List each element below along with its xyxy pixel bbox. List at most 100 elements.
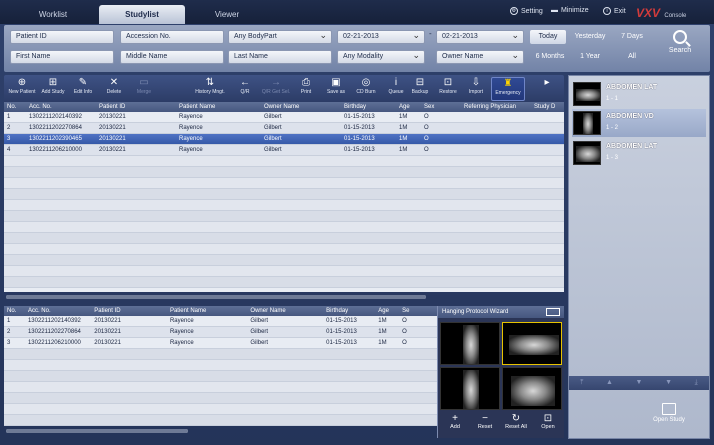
quick-6months-button[interactable]: 6 Months bbox=[530, 50, 570, 64]
add-study-button[interactable]: ⊞ Add Study bbox=[38, 77, 68, 101]
open-study-icon bbox=[662, 403, 676, 415]
table-row[interactable]: 1 1302211202140392 20130221 Rayence Gilbert 0… bbox=[4, 316, 437, 327]
column-header[interactable]: Birthday bbox=[323, 306, 375, 316]
table-row[interactable]: 2 1302211202270864 20130221 Rayence Gilbert 0… bbox=[4, 327, 437, 338]
quick-1year-button[interactable]: 1 Year bbox=[572, 50, 608, 64]
tab-worklist[interactable]: Worklist bbox=[18, 5, 88, 24]
emergency-button[interactable]: ♜ Emergency bbox=[491, 77, 525, 101]
column-header[interactable]: Sex bbox=[421, 102, 461, 112]
table-cell: 2 bbox=[7, 125, 11, 131]
import-button[interactable]: ⇩ Import bbox=[461, 77, 491, 101]
hp-reset-button[interactable]: − Reset bbox=[470, 413, 500, 430]
open-study-button[interactable]: Open Study bbox=[649, 403, 689, 423]
minimize-button[interactable]: ▬ Minimize bbox=[551, 7, 589, 14]
tab-studylist[interactable]: Studylist bbox=[99, 5, 185, 24]
column-header[interactable]: Study D bbox=[531, 102, 564, 112]
column-header[interactable]: Birthday bbox=[341, 102, 396, 112]
column-header[interactable]: Acc. No. bbox=[25, 306, 91, 316]
hp-cell-1[interactable] bbox=[440, 322, 500, 365]
last-icon[interactable]: ⤓ bbox=[695, 376, 698, 390]
table-row[interactable]: 2 1302211202270864 20130221 Rayence Gilbert 0… bbox=[4, 123, 564, 134]
column-header[interactable]: Age bbox=[396, 102, 421, 112]
column-header[interactable]: Patient ID bbox=[96, 102, 176, 112]
first-name-field[interactable]: First Name bbox=[10, 50, 114, 64]
save-as-button[interactable]: ▣ Save as bbox=[321, 77, 351, 101]
hp-cell-2[interactable] bbox=[502, 322, 562, 365]
empty-row bbox=[4, 349, 437, 360]
quick-all-button[interactable]: All bbox=[614, 50, 650, 64]
column-header[interactable]: No. bbox=[4, 102, 26, 112]
date-to-select[interactable]: 02-21-2013 bbox=[436, 29, 524, 44]
table-cell: 1302211202270864 bbox=[29, 125, 82, 131]
table-row[interactable]: 4 1302211206210000 20130221 Rayence Gilbert 0… bbox=[4, 145, 564, 156]
down-icon[interactable]: ▼ bbox=[636, 376, 643, 390]
exit-button[interactable]: i Exit bbox=[603, 7, 626, 15]
table-row[interactable]: 3 1302211202390465 20130221 Rayence Gilbert 0… bbox=[4, 134, 564, 145]
column-header[interactable]: Age bbox=[375, 306, 399, 316]
series-item-2[interactable]: ABDOMEN VD 1 - 2 bbox=[572, 109, 706, 137]
column-header[interactable]: Acc. No. bbox=[26, 102, 96, 112]
new-patient-button[interactable]: ⊕ New Patient bbox=[7, 77, 37, 101]
hp-reset-all-button[interactable]: ↻ Reset All bbox=[501, 413, 531, 430]
column-header[interactable]: No. bbox=[4, 306, 25, 316]
cd-burn-button[interactable]: ◎ CD Burn bbox=[351, 77, 381, 101]
toolbar-label: Add Study bbox=[41, 89, 65, 95]
qr-button[interactable]: ← Q/R bbox=[230, 77, 260, 101]
layout-grid-icon[interactable] bbox=[546, 308, 560, 316]
quick-today-button[interactable]: Today bbox=[530, 30, 566, 44]
more-button[interactable]: ▸ bbox=[532, 77, 562, 101]
column-header[interactable]: Patient ID bbox=[91, 306, 167, 316]
column-header[interactable]: Owner Name bbox=[261, 102, 341, 112]
series-item-3[interactable]: ABDOMEN LAT 1 - 3 bbox=[572, 139, 706, 167]
column-header[interactable]: Patient Name bbox=[167, 306, 247, 316]
hp-open-button[interactable]: ⊡ Open bbox=[533, 413, 563, 430]
search-panel: Patient ID Accession No. Any BodyPart 02… bbox=[4, 25, 710, 72]
qr-get-icon: → bbox=[271, 77, 281, 88]
quick-7days-button[interactable]: 7 Days bbox=[614, 30, 650, 44]
middle-name-field[interactable]: Middle Name bbox=[120, 50, 224, 64]
owner-name-select[interactable]: Owner Name bbox=[436, 49, 524, 64]
backup-button[interactable]: ⊟ Backup bbox=[405, 77, 435, 101]
restore-button[interactable]: ⊡ Restore bbox=[433, 77, 463, 101]
column-header[interactable]: Owner Name bbox=[247, 306, 323, 316]
table-cell: 1302211206210000 bbox=[27, 340, 81, 346]
table-cell: 20130221 bbox=[99, 147, 126, 153]
empty-row bbox=[4, 222, 564, 233]
hp-cell-4[interactable] bbox=[502, 367, 562, 410]
study-table-scrollbar[interactable] bbox=[6, 295, 426, 299]
accession-field[interactable]: Accession No. bbox=[120, 30, 224, 44]
table-cell bbox=[531, 123, 564, 133]
down-more-icon[interactable]: ▼ bbox=[665, 376, 672, 390]
empty-row bbox=[4, 393, 437, 404]
hp-cell-3[interactable] bbox=[440, 367, 500, 410]
quick-yesterday-button[interactable]: Yesterday bbox=[570, 30, 610, 44]
empty-row bbox=[4, 233, 564, 244]
history-mngt-button[interactable]: ⇅ History Mngt. bbox=[195, 77, 225, 101]
history-table-scrollbar[interactable] bbox=[6, 429, 188, 433]
search-button[interactable]: Search bbox=[662, 30, 698, 66]
table-cell: 2 bbox=[7, 329, 11, 335]
patient-id-field[interactable]: Patient ID bbox=[10, 30, 114, 44]
setting-button[interactable]: ⚙ Setting bbox=[510, 7, 543, 15]
table-row[interactable]: 1 1302211202140392 20130221 Rayence Gilbert 0… bbox=[4, 112, 564, 123]
bodypart-select[interactable]: Any BodyPart bbox=[228, 29, 332, 44]
add-study-icon: ⊞ bbox=[48, 77, 58, 88]
table-cell: 1M bbox=[399, 147, 408, 153]
first-icon[interactable]: ⤒ bbox=[580, 376, 583, 390]
last-name-field[interactable]: Last Name bbox=[228, 50, 332, 64]
column-header[interactable]: Se bbox=[399, 306, 437, 316]
toolbar-label: Q/R bbox=[240, 89, 250, 95]
edit-info-button[interactable]: ✎ Edit Info bbox=[68, 77, 98, 101]
table-row[interactable]: 3 1302211206210000 20130221 Rayence Gilbert 0… bbox=[4, 338, 437, 349]
delete-button[interactable]: ✕ Delete bbox=[99, 77, 129, 101]
series-item-1[interactable]: ABDOMEN LAT 1 - 1 bbox=[572, 80, 706, 108]
print-button[interactable]: ⎙ Print bbox=[291, 77, 321, 101]
hp-add-button[interactable]: + Add bbox=[440, 413, 470, 430]
column-header[interactable]: Referring Physician bbox=[461, 102, 531, 112]
merge-icon: ▭ bbox=[139, 77, 149, 88]
date-from-select[interactable]: 02-21-2013 bbox=[337, 29, 425, 44]
column-header[interactable]: Patient Name bbox=[176, 102, 261, 112]
tab-viewer[interactable]: Viewer bbox=[192, 5, 262, 24]
modality-select[interactable]: Any Modality bbox=[337, 49, 425, 64]
up-icon[interactable]: ▲ bbox=[606, 376, 613, 390]
